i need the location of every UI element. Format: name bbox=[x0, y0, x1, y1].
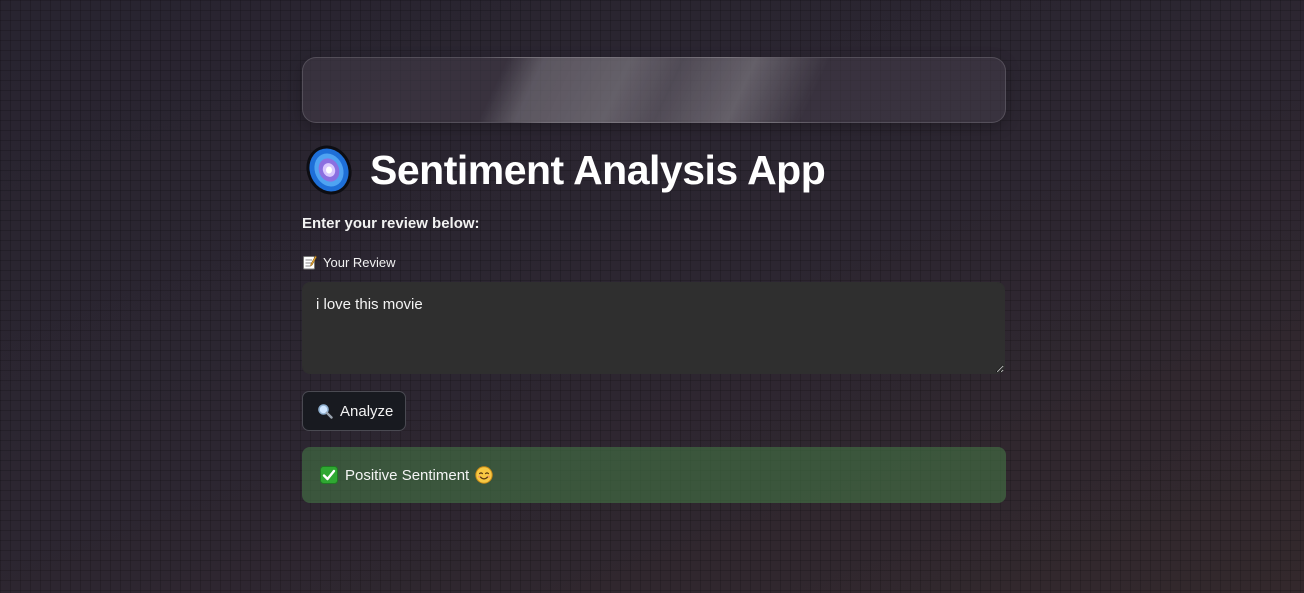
review-textarea[interactable]: i love this movie bbox=[302, 282, 1005, 374]
header-banner bbox=[302, 57, 1006, 123]
review-label-text: Your Review bbox=[323, 255, 396, 270]
galaxy-icon bbox=[302, 143, 356, 197]
sentiment-result-text: Positive Sentiment bbox=[345, 466, 470, 484]
check-icon bbox=[320, 466, 338, 484]
review-instruction: Enter your review below: bbox=[302, 215, 480, 232]
title-row: Sentiment Analysis App bbox=[302, 140, 826, 200]
smile-icon bbox=[475, 466, 493, 484]
memo-icon bbox=[302, 255, 317, 270]
review-field-label: Your Review bbox=[302, 255, 396, 270]
sentiment-result-box: Positive Sentiment bbox=[302, 447, 1006, 503]
search-icon bbox=[317, 403, 333, 419]
analyze-button[interactable]: Analyze bbox=[302, 391, 407, 431]
page-title: Sentiment Analysis App bbox=[370, 146, 826, 193]
analyze-button-label: Analyze bbox=[340, 402, 394, 420]
